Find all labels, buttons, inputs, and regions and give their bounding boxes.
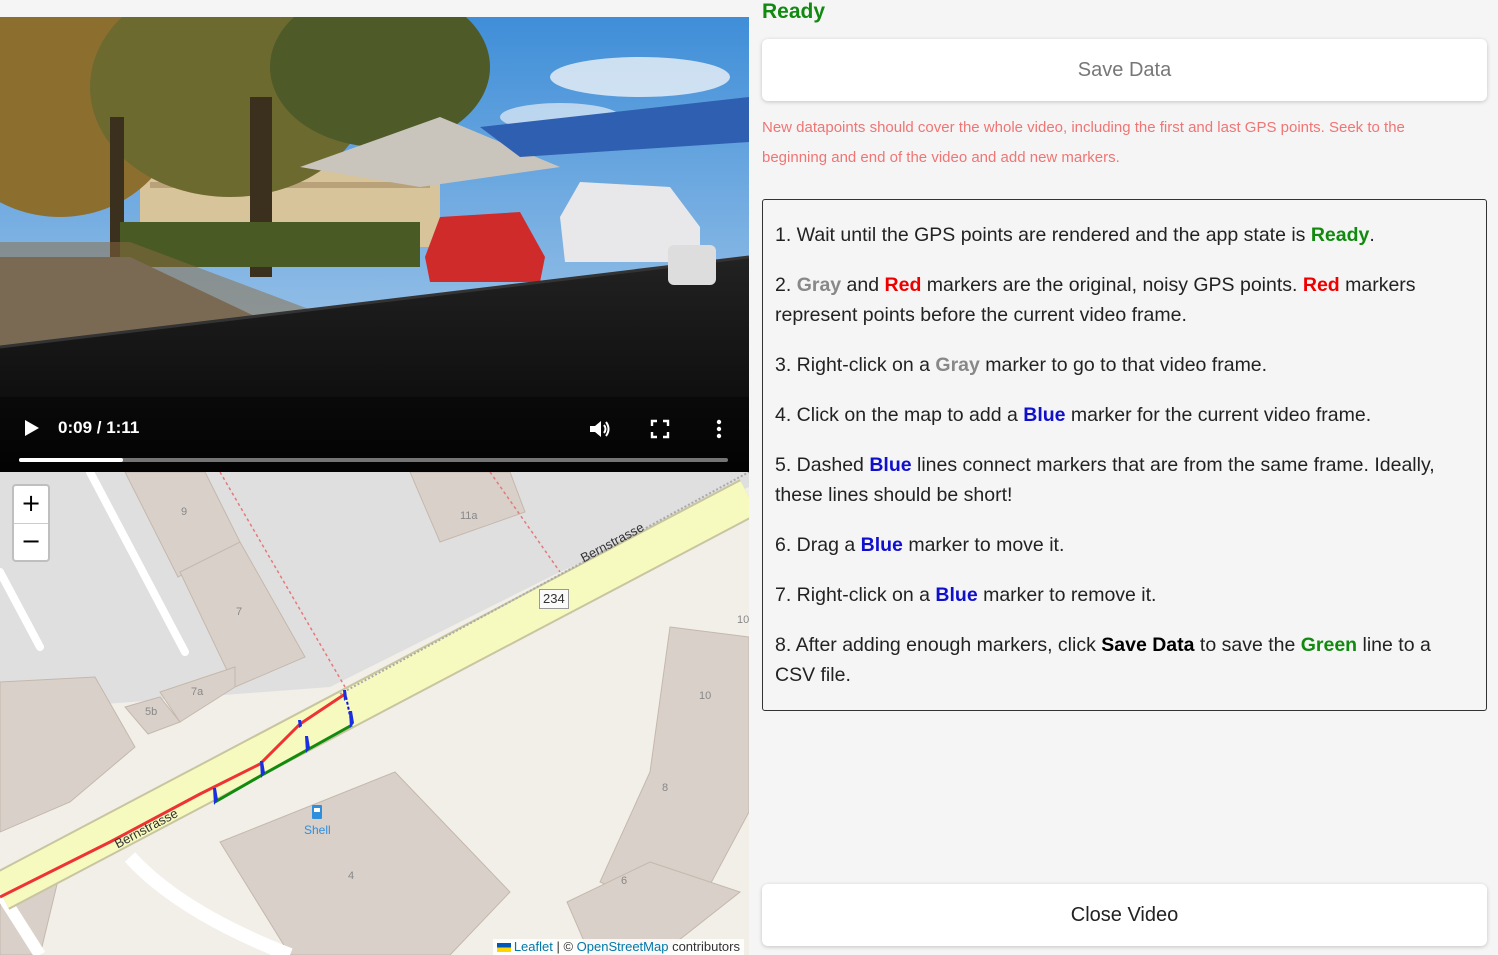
instruction-8: 8. After adding enough markers, click Sa…	[775, 634, 1431, 686]
video-progress-fill	[19, 458, 123, 462]
house-number-label: 7	[236, 606, 243, 618]
house-number-label: 5b	[145, 706, 158, 718]
house-number-label: 10	[699, 690, 712, 702]
instruction-7: 7. Right-click on a Blue marker to remov…	[775, 584, 1157, 606]
volume-icon[interactable]	[588, 417, 612, 441]
instruction-5: 5. Dashed Blue lines connect markers tha…	[775, 454, 1435, 506]
map[interactable]: 9 11a 7 7a 5b 10 8 6 4 10 Bernstrasse Be…	[0, 472, 749, 955]
instruction-1: 1. Wait until the GPS points are rendere…	[775, 224, 1375, 246]
more-vertical-icon[interactable]	[710, 417, 728, 441]
app-status: Ready	[762, 0, 826, 23]
ukraine-flag-icon	[496, 943, 511, 953]
house-number-label: 9	[181, 506, 188, 518]
save-data-button[interactable]: Save Data	[762, 39, 1487, 101]
video-time-display: 0:09 / 1:11	[58, 418, 140, 437]
leaflet-link[interactable]: Leaflet	[514, 939, 553, 954]
video-player[interactable]: 0:09 / 1:11	[0, 17, 749, 472]
house-number-label: 11a	[460, 510, 478, 522]
house-number-label: 10	[737, 614, 749, 626]
instruction-6: 6. Drag a Blue marker to move it.	[775, 534, 1065, 556]
instructions-box: 1. Wait until the GPS points are rendere…	[762, 199, 1487, 711]
osm-link[interactable]: OpenStreetMap	[577, 939, 669, 954]
video-frame	[0, 17, 749, 472]
fullscreen-icon[interactable]	[649, 418, 671, 440]
attribution-suffix: contributors	[668, 939, 740, 954]
zoom-in-button[interactable]: +	[14, 486, 48, 524]
road-ref-shield: 234	[539, 589, 569, 609]
house-number-label: 6	[621, 875, 628, 887]
poi-label: Shell	[304, 823, 331, 837]
instruction-2: 2. Gray and Red markers are the original…	[775, 274, 1416, 326]
play-icon[interactable]	[20, 417, 42, 439]
instruction-4: 4. Click on the map to add a Blue marker…	[775, 404, 1372, 426]
house-number-label: 8	[662, 782, 669, 794]
house-number-label: 4	[348, 870, 355, 882]
close-video-button[interactable]: Close Video	[762, 884, 1487, 946]
house-number-label: 7a	[191, 686, 204, 698]
video-progress-bar[interactable]	[19, 458, 728, 462]
map-attribution: Leaflet | © OpenStreetMap contributors	[492, 939, 744, 955]
map-tiles	[0, 472, 749, 955]
zoom-out-button[interactable]: −	[14, 524, 48, 561]
attribution-separator: | ©	[552, 939, 577, 954]
zoom-control: + −	[12, 484, 50, 562]
instruction-3: 3. Right-click on a Gray marker to go to…	[775, 354, 1268, 376]
warning-message: New datapoints should cover the whole vi…	[762, 119, 1405, 166]
